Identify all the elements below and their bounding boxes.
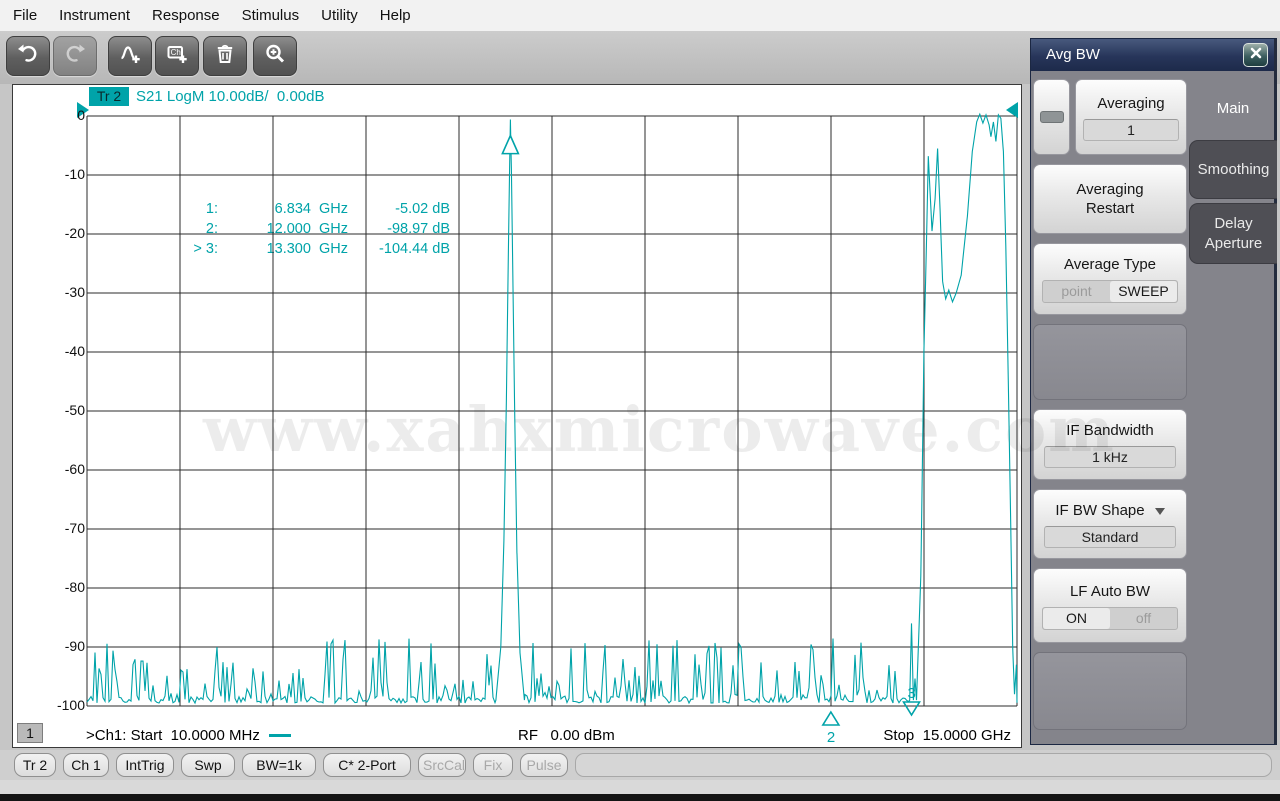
y-axis-label: -90	[64, 638, 85, 654]
status-fix-button[interactable]: Fix	[473, 753, 513, 777]
trace-badge[interactable]: Tr 2	[89, 87, 129, 106]
status-sweep-button[interactable]: Swp	[181, 753, 235, 777]
menu-file[interactable]: File	[2, 0, 48, 31]
bottom-strip	[0, 780, 1280, 794]
trace-color-dash	[268, 734, 291, 737]
menu-response[interactable]: Response	[141, 0, 231, 31]
trash-icon	[214, 43, 236, 70]
svg-text:3: 3	[908, 685, 916, 702]
menu-help[interactable]: Help	[369, 0, 422, 31]
tab-delay-aperture[interactable]: Delay Aperture	[1189, 203, 1277, 264]
rf-power-label: RF 0.00 dBm	[518, 727, 615, 744]
lf-auto-bw-button[interactable]: LF Auto BW ON off	[1033, 568, 1187, 643]
panel-close-button[interactable]	[1243, 43, 1268, 67]
status-cal-button[interactable]: C* 2-Port	[323, 753, 411, 777]
y-axis-label: -50	[64, 402, 85, 418]
add-channel-icon: Ch	[166, 43, 188, 70]
if-bw-shape-value[interactable]: Standard	[1044, 525, 1176, 548]
status-bar: Tr 2 Ch 1 IntTrig Swp BW=1k C* 2-Port Sr…	[0, 750, 1280, 780]
blank-softkey	[1033, 324, 1187, 400]
redo-icon	[64, 43, 86, 70]
y-axis-label: -80	[64, 579, 85, 595]
if-bw-shape-button[interactable]: IF BW Shape Standard	[1033, 489, 1187, 559]
zoom-icon	[264, 43, 286, 70]
y-axis-label: -30	[64, 284, 85, 300]
svg-text:2: 2	[827, 729, 835, 746]
y-axis-label: -20	[64, 225, 85, 241]
average-type-button[interactable]: Average Type point SWEEP	[1033, 243, 1187, 315]
plot-area[interactable]: 23	[13, 85, 1023, 749]
averaging-toggle-button[interactable]	[1033, 79, 1070, 155]
chevron-down-icon	[1154, 507, 1165, 515]
status-bandwidth-button[interactable]: BW=1k	[242, 753, 316, 777]
add-trace-icon	[119, 43, 141, 70]
status-channel-button[interactable]: Ch 1	[63, 753, 109, 777]
status-pulse-button[interactable]: Pulse	[520, 753, 568, 777]
stop-frequency-label: Stop 15.0000 GHz	[883, 727, 1011, 744]
delete-button[interactable]	[203, 36, 247, 76]
avg-bw-panel: Avg BW Averaging 1 Averaging Restart Ave…	[1030, 38, 1277, 745]
redo-button[interactable]	[53, 36, 97, 76]
panel-title: Avg BW	[1031, 39, 1274, 71]
status-trigger-button[interactable]: IntTrig	[116, 753, 174, 777]
add-channel-button[interactable]: Ch	[155, 36, 199, 76]
status-srccal-button[interactable]: SrcCal	[418, 753, 466, 777]
y-axis-label: 0	[77, 107, 85, 123]
status-message-field	[575, 753, 1272, 777]
average-type-point-option[interactable]: point	[1043, 281, 1110, 302]
lf-auto-bw-label: LF Auto BW	[1069, 582, 1151, 600]
average-type-toggle: point SWEEP	[1042, 280, 1178, 303]
blank-softkey	[1033, 652, 1187, 730]
y-axis-label: -70	[64, 520, 85, 536]
add-trace-button[interactable]	[108, 36, 152, 76]
svg-text:Ch: Ch	[171, 48, 181, 57]
menu-instrument[interactable]: Instrument	[48, 0, 141, 31]
lf-auto-bw-off-option[interactable]: off	[1110, 608, 1177, 629]
plot-window: Tr 2 S21 LogM 10.00dB/ 0.00dB 1: 6.834 GH…	[12, 84, 1114, 749]
undo-icon	[17, 43, 39, 70]
average-type-sweep-option[interactable]: SWEEP	[1110, 281, 1177, 302]
trace-info-label: S21 LogM 10.00dB/ 0.00dB	[136, 88, 325, 105]
toggle-indicator-icon	[1039, 111, 1064, 123]
window-bottom-edge	[0, 794, 1280, 801]
averaging-restart-label: Averaging Restart	[1076, 181, 1144, 217]
menu-stimulus[interactable]: Stimulus	[231, 0, 311, 31]
y-axis-label: -10	[64, 166, 85, 182]
channel-start-label: >Ch1: Start 10.0000 MHz	[86, 727, 291, 744]
averaging-restart-button[interactable]: Averaging Restart	[1033, 164, 1187, 234]
averaging-button[interactable]: Averaging 1	[1075, 79, 1187, 155]
tab-main[interactable]: Main	[1189, 81, 1277, 136]
panel-tabs: Main Smoothing Delay Aperture	[1189, 81, 1277, 264]
averaging-label: Averaging	[1097, 94, 1165, 112]
menu-bar: File Instrument Response Stimulus Utilit…	[0, 0, 1280, 31]
channel-number-box: 1	[17, 723, 43, 743]
lf-auto-bw-toggle: ON off	[1042, 606, 1178, 630]
status-trace-button[interactable]: Tr 2	[14, 753, 56, 777]
average-type-label: Average Type	[1063, 256, 1156, 273]
menu-utility[interactable]: Utility	[310, 0, 369, 31]
averaging-value[interactable]: 1	[1083, 118, 1179, 141]
if-bw-shape-label: IF BW Shape	[1055, 501, 1165, 520]
y-axis-label: -60	[64, 461, 85, 477]
y-axis-label: -40	[64, 343, 85, 359]
zoom-button[interactable]	[253, 36, 297, 76]
undo-button[interactable]	[6, 36, 50, 76]
y-axis-label: -100	[56, 697, 85, 713]
tab-smoothing[interactable]: Smoothing	[1189, 140, 1277, 199]
lf-auto-bw-on-option[interactable]: ON	[1043, 607, 1110, 629]
close-icon	[1250, 46, 1262, 64]
